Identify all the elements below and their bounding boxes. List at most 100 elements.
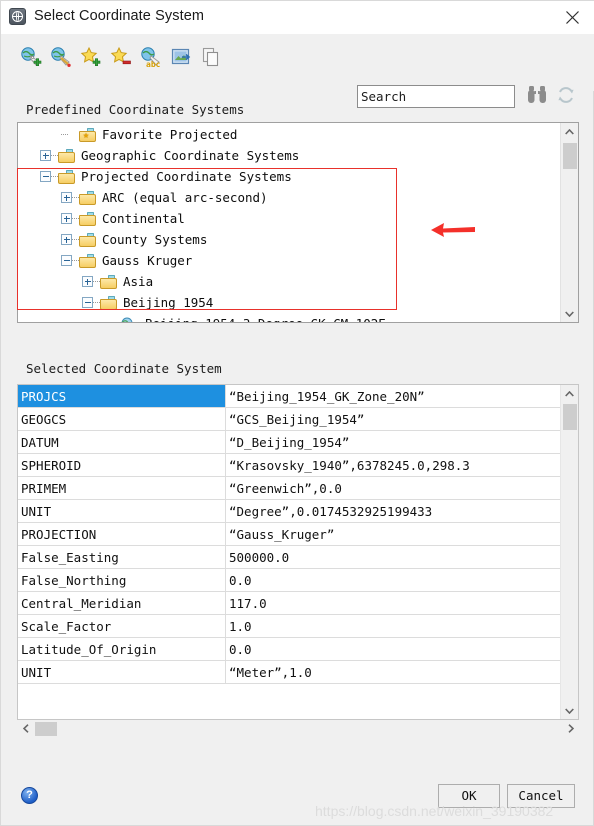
chevron-down-icon[interactable]: [561, 702, 578, 719]
table-row[interactable]: Latitude_Of_Origin 0.0: [18, 637, 561, 661]
table-cell-value[interactable]: “Krasovsky_1940”,6378245.0,298.3: [225, 453, 561, 477]
tree-item-8[interactable]: Beijing 1954: [18, 292, 558, 313]
table-cell-value[interactable]: 0.0: [225, 568, 561, 592]
table-cell-key[interactable]: DATUM: [18, 430, 226, 454]
table-cell-key[interactable]: PRIMEM: [18, 476, 226, 500]
table-row[interactable]: UNIT “Meter”,1.0: [18, 660, 561, 684]
table-row[interactable]: False_Easting 500000.0: [18, 545, 561, 569]
folder-icon: [79, 232, 96, 247]
table-row[interactable]: Scale_Factor 1.0: [18, 614, 561, 638]
remove-favorite-button[interactable]: [108, 44, 134, 70]
table-row[interactable]: Central_Meridian 117.0: [18, 591, 561, 615]
tree-item-label: Gauss Kruger: [102, 253, 193, 268]
tree-item-6[interactable]: Gauss Kruger: [18, 250, 558, 271]
table-cell-key[interactable]: False_Easting: [18, 545, 226, 569]
table-row[interactable]: PROJCS “Beijing_1954_GK_Zone_20N”: [18, 385, 561, 408]
tree-item-0[interactable]: ★ Favorite Projected: [18, 124, 558, 145]
expand-icon[interactable]: [61, 234, 72, 245]
binoculars-icon[interactable]: [527, 84, 547, 108]
table-cell-value[interactable]: 0.0: [225, 637, 561, 661]
ok-button[interactable]: OK: [438, 784, 500, 808]
collapse-icon[interactable]: [61, 255, 72, 266]
expand-icon[interactable]: [61, 213, 72, 224]
folder-icon: [79, 190, 96, 205]
table-cell-value[interactable]: 117.0: [225, 591, 561, 615]
tree-item-1[interactable]: Geographic Coordinate Systems: [18, 145, 558, 166]
refresh-icon[interactable]: [556, 85, 576, 107]
table-cell-value[interactable]: “Gauss_Kruger”: [225, 522, 561, 546]
table-row[interactable]: False_Northing 0.0: [18, 568, 561, 592]
search-input[interactable]: [357, 85, 515, 108]
table-cell-key[interactable]: PROJECTION: [18, 522, 226, 546]
tree-guide-line: [93, 280, 100, 283]
copy-button[interactable]: [198, 44, 224, 70]
table-cell-key[interactable]: False_Northing: [18, 568, 226, 592]
table-cell-key[interactable]: PROJCS: [18, 385, 226, 408]
table-scrollbar-thumb[interactable]: [563, 404, 577, 430]
table-cell-key[interactable]: Latitude_Of_Origin: [18, 637, 226, 661]
table-row[interactable]: UNIT “Degree”,0.0174532925199433: [18, 499, 561, 523]
table-cell-key[interactable]: UNIT: [18, 499, 226, 523]
coordinate-system-icon: [121, 317, 139, 322]
tree-item-5[interactable]: County Systems: [18, 229, 558, 250]
table-cell-value[interactable]: “Beijing_1954_GK_Zone_20N”: [225, 385, 561, 408]
chevron-left-icon[interactable]: [17, 720, 34, 737]
tree-row-list: ★ Favorite Projected Geographic Coordinate…: [18, 124, 558, 322]
table-cell-value[interactable]: “Degree”,0.0174532925199433: [225, 499, 561, 523]
table-cell-value[interactable]: “Greenwich”,0.0: [225, 476, 561, 500]
table-cell-key[interactable]: Central_Meridian: [18, 591, 226, 615]
tree-item-9[interactable]: Beijing 1954 3 Degree GK CM 102E: [18, 313, 558, 322]
table-cell-value[interactable]: 1.0: [225, 614, 561, 638]
tree-item-7[interactable]: Asia: [18, 271, 558, 292]
table-cell-key[interactable]: GEOGCS: [18, 407, 226, 431]
tree-guide-line: [61, 133, 68, 136]
tree-item-4[interactable]: Continental: [18, 208, 558, 229]
table-cell-value[interactable]: “D_Beijing_1954”: [225, 430, 561, 454]
chevron-right-icon[interactable]: [562, 720, 579, 737]
table-row[interactable]: GEOGCS “GCS_Beijing_1954”: [18, 407, 561, 431]
tree-guide-line: [72, 259, 79, 262]
edit-coordinate-system-button[interactable]: [48, 44, 74, 70]
collapse-icon[interactable]: [82, 297, 93, 308]
selected-coordinate-system-table[interactable]: PROJCS “Beijing_1954_GK_Zone_20N” GEOGCS “G…: [17, 384, 579, 720]
table-row[interactable]: PRIMEM “Greenwich”,0.0: [18, 476, 561, 500]
tree-guide-line: [72, 196, 79, 199]
favorite-folder-icon: ★: [79, 127, 96, 142]
table-cell-value[interactable]: “Meter”,1.0: [225, 660, 561, 684]
predefined-coordinate-systems-tree[interactable]: ★ Favorite Projected Geographic Coordinate…: [17, 122, 579, 323]
expand-icon[interactable]: [61, 192, 72, 203]
table-cell-key[interactable]: UNIT: [18, 660, 226, 684]
folder-icon: [79, 211, 96, 226]
table-cell-key[interactable]: SPHEROID: [18, 453, 226, 477]
table-cell-value[interactable]: 500000.0: [225, 545, 561, 569]
tree-item-2[interactable]: Projected Coordinate Systems: [18, 166, 558, 187]
table-cell-value[interactable]: “GCS_Beijing_1954”: [225, 407, 561, 431]
tree-scrollbar-thumb[interactable]: [563, 143, 577, 169]
chevron-up-icon[interactable]: [561, 123, 578, 140]
expand-icon[interactable]: [40, 150, 51, 161]
svg-text:abc: abc: [146, 60, 161, 68]
collapse-icon[interactable]: [40, 171, 51, 182]
add-favorite-button[interactable]: [78, 44, 104, 70]
predefined-coordinate-systems-label: Predefined Coordinate Systems: [26, 102, 245, 117]
hscroll-thumb[interactable]: [35, 722, 57, 736]
export-button[interactable]: [168, 44, 194, 70]
table-row[interactable]: PROJECTION “Gauss_Kruger”: [18, 522, 561, 546]
chevron-up-icon[interactable]: [561, 385, 578, 402]
table-cell-key[interactable]: Scale_Factor: [18, 614, 226, 638]
chevron-down-icon[interactable]: [561, 305, 578, 322]
expand-icon[interactable]: [82, 276, 93, 287]
folder-open-icon: [58, 169, 75, 184]
tree-vertical-scrollbar[interactable]: [560, 123, 578, 322]
help-button[interactable]: ?: [21, 787, 38, 804]
close-icon[interactable]: [549, 1, 594, 33]
table-vertical-scrollbar[interactable]: [560, 385, 578, 719]
cancel-button[interactable]: Cancel: [507, 784, 575, 808]
tree-item-3[interactable]: ARC (equal arc-second): [18, 187, 558, 208]
table-row[interactable]: SPHEROID “Krasovsky_1940”,6378245.0,298.3: [18, 453, 561, 477]
rename-coordinate-system-button[interactable]: abc: [138, 44, 164, 70]
table-horizontal-scrollbar[interactable]: [17, 720, 579, 738]
folder-icon: [58, 148, 75, 163]
table-row[interactable]: DATUM “D_Beijing_1954”: [18, 430, 561, 454]
add-coordinate-system-button[interactable]: [18, 44, 44, 70]
